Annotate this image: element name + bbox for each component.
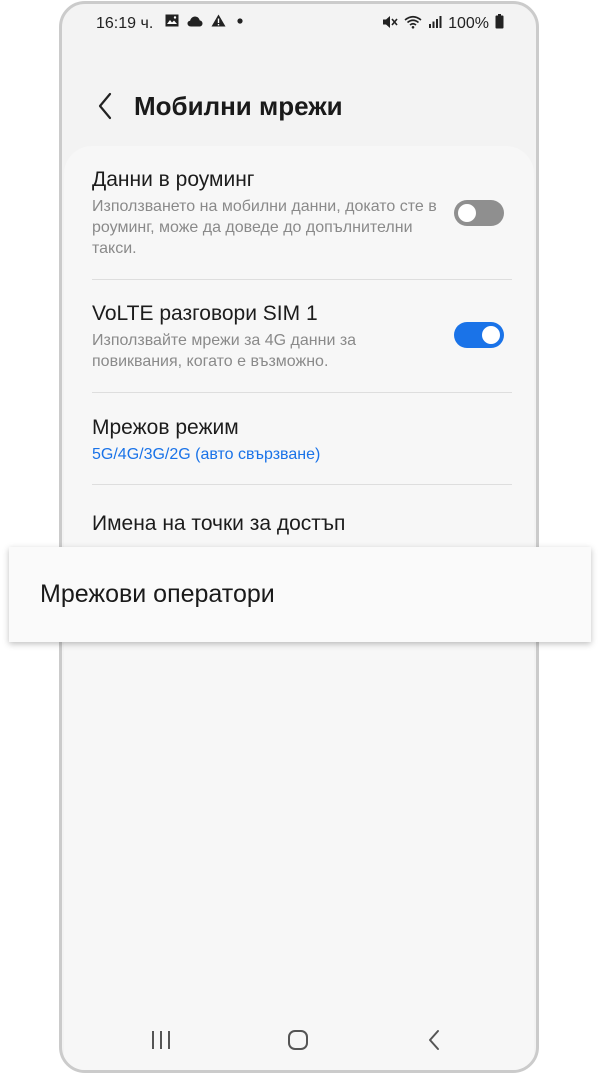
home-icon — [288, 1030, 308, 1050]
setting-roaming[interactable]: Данни в роуминг Използването на мобилни … — [92, 168, 512, 259]
gallery-icon — [165, 14, 179, 32]
divider — [92, 392, 512, 393]
dot-icon — [234, 14, 246, 32]
setting-network-operators-title: Мрежови оператори — [40, 580, 275, 608]
setting-apn[interactable]: Имена на точки за достъп — [92, 512, 512, 536]
setting-network-operators[interactable]: Мрежови оператори — [9, 547, 591, 642]
warning-icon — [211, 14, 226, 32]
home-button[interactable] — [278, 1024, 318, 1056]
divider — [92, 484, 512, 485]
status-bar: 16:19 ч. 100% — [62, 4, 536, 44]
battery-icon — [495, 14, 504, 34]
setting-volte-subtitle: Използвайте мрежи за 4G данни за повиква… — [92, 332, 357, 370]
battery-percent: 100% — [448, 15, 489, 32]
setting-network-mode-value: 5G/4G/3G/2G (авто свързване) — [92, 446, 321, 463]
status-left-icons — [165, 14, 246, 32]
wifi-icon — [404, 15, 422, 34]
signal-icon — [428, 15, 442, 34]
setting-apn-title: Имена на точки за достъп — [92, 512, 346, 535]
setting-volte-title: VoLTE разговори SIM 1 — [92, 302, 318, 325]
recent-apps-icon — [152, 1031, 170, 1049]
setting-roaming-title: Данни в роуминг — [92, 168, 255, 191]
navigation-bar — [62, 1024, 536, 1056]
setting-network-mode-title: Мрежов режим — [92, 416, 239, 439]
status-right-icons: 100% — [382, 14, 504, 34]
page-title: Мобилни мрежи — [134, 91, 343, 121]
back-button[interactable] — [90, 88, 120, 124]
app-header: Мобилни мрежи — [62, 84, 536, 128]
mute-icon — [382, 15, 398, 34]
status-time: 16:19 ч. — [96, 15, 154, 32]
recent-apps-button[interactable] — [141, 1024, 181, 1056]
back-icon — [429, 1030, 439, 1050]
setting-network-mode[interactable]: Мрежов режим 5G/4G/3G/2G (авто свързване… — [92, 416, 512, 465]
cloud-icon — [187, 14, 203, 32]
nav-back-button[interactable] — [414, 1024, 454, 1056]
phone-frame: 16:19 ч. 100% Мобилни мрежи Данни в роум… — [59, 1, 539, 1073]
setting-roaming-subtitle: Използването на мобилни данни, докато ст… — [92, 198, 437, 257]
roaming-toggle[interactable] — [454, 200, 504, 226]
chevron-left-icon — [98, 92, 112, 120]
volte-toggle[interactable] — [454, 322, 504, 348]
divider — [92, 279, 512, 280]
setting-volte[interactable]: VoLTE разговори SIM 1 Използвайте мрежи … — [92, 302, 512, 372]
